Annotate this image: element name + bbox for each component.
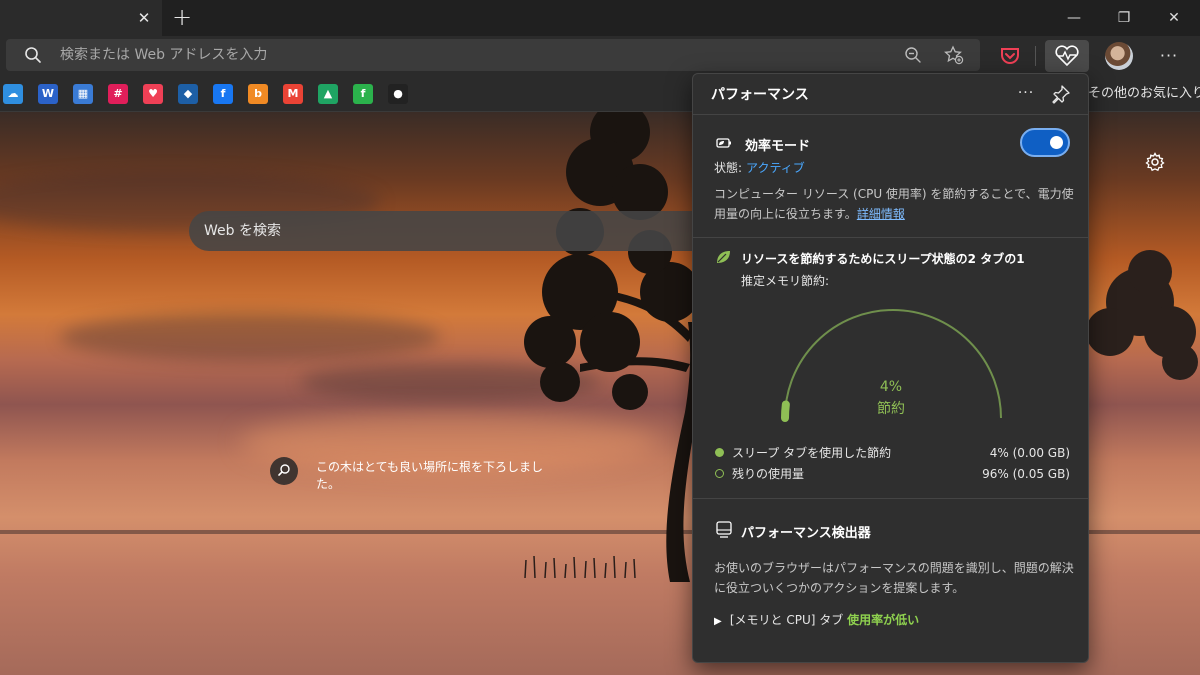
gauge-percent: 4%	[879, 379, 903, 395]
add-favorite-icon[interactable]	[944, 45, 964, 65]
status-label: 状態:	[714, 161, 743, 175]
legend-label: スリープ タブを使用した節約	[732, 446, 892, 460]
minimize-button[interactable]: —	[1059, 4, 1089, 32]
issue-prefix: [メモリと CPU] タブ	[729, 613, 844, 627]
divider	[693, 114, 1088, 115]
gear-icon[interactable]	[1145, 152, 1165, 172]
browser-tab[interactable]: ✕	[0, 0, 162, 36]
address-placeholder: 検索または Web アドレスを入力	[60, 47, 268, 63]
leaf-icon	[717, 251, 730, 263]
zoom-out-icon[interactable]	[903, 45, 923, 65]
toolbar-separator	[1035, 46, 1036, 66]
image-caption[interactable]: この木はとても良い場所に根を下ろしました。	[316, 459, 556, 493]
close-tab-icon[interactable]: ✕	[134, 8, 154, 28]
reeds	[524, 555, 636, 578]
tree-silhouette	[524, 112, 700, 582]
efficiency-description: コンピューター リソース (CPU 使用率) を節約することで、電力使用量の向上…	[714, 184, 1074, 224]
legend-value: 4% (0.00 GB)	[989, 446, 1070, 460]
favorite-feedly[interactable]: f	[353, 84, 373, 104]
learn-more-link[interactable]: 詳細情報	[857, 207, 905, 221]
new-tab-button[interactable]: +	[170, 5, 194, 29]
magnifier-icon	[278, 464, 290, 476]
gauge-label: 節約	[877, 401, 905, 417]
performance-detector-title: パフォーマンス検出器	[741, 526, 871, 541]
battery-leaf-icon	[716, 138, 731, 148]
favorite-drive[interactable]: ▲	[318, 84, 338, 104]
detected-issue-row[interactable]: ▶ [メモリと CPU] タブ 使用率が低い	[714, 610, 919, 630]
favorite-facebook[interactable]: f	[213, 84, 233, 104]
divider	[693, 237, 1088, 238]
favorite-pocket[interactable]: ♥	[143, 84, 163, 104]
sleeping-tabs-title: リソースを節約するためにスリープ状態の2 タブの1	[741, 252, 1025, 266]
issue-highlight: 使用率が低い	[847, 613, 920, 627]
pin-icon[interactable]	[1051, 84, 1071, 104]
legend-dot-hollow	[715, 469, 724, 478]
toolbar: 検索または Web アドレスを入力 ···	[0, 36, 1200, 76]
legend-row-saved: スリープ タブを使用した節約 4% (0.00 GB)	[715, 444, 1070, 462]
memory-savings-label: 推定メモリ節約:	[741, 274, 830, 288]
more-options-icon[interactable]: ···	[1015, 83, 1037, 103]
favorite-slack[interactable]: #	[108, 84, 128, 104]
efficiency-mode-title: 効率モード	[745, 139, 811, 154]
profile-avatar[interactable]	[1105, 42, 1133, 70]
divider	[693, 498, 1088, 499]
close-window-button[interactable]: ✕	[1159, 4, 1189, 32]
favorite-bing[interactable]: b	[248, 84, 268, 104]
performance-heartbeat-icon[interactable]	[1045, 40, 1089, 72]
search-icon	[25, 47, 41, 63]
legend-value: 96% (0.05 GB)	[982, 467, 1070, 481]
other-favorites-link[interactable]: その他のお気に入り	[1088, 76, 1200, 112]
performance-detector-icon	[716, 521, 732, 538]
web-search-placeholder: Web を検索	[204, 223, 281, 239]
image-info-button[interactable]	[270, 457, 298, 485]
legend-dot-filled	[715, 448, 724, 457]
gauge-fill	[780, 400, 790, 422]
favorite-calendar[interactable]: ▦	[73, 84, 93, 104]
address-bar[interactable]: 検索または Web アドレスを入力	[6, 39, 980, 71]
panel-title: パフォーマンス	[711, 87, 809, 103]
favorite-mic[interactable]: ●	[388, 84, 408, 104]
tab-strip: ✕ + — ❐ ✕	[0, 0, 1200, 36]
legend-row-remaining: 残りの使用量 96% (0.05 GB)	[715, 465, 1070, 483]
status-value: アクティブ	[746, 161, 805, 175]
pocket-icon[interactable]	[994, 40, 1026, 72]
maximize-button[interactable]: ❐	[1109, 4, 1139, 32]
favorite-shield[interactable]: ◆	[178, 84, 198, 104]
web-search-box[interactable]: Web を検索	[189, 211, 709, 251]
legend-label: 残りの使用量	[732, 467, 805, 481]
expand-arrow-icon: ▶	[714, 616, 722, 627]
favorite-word[interactable]: W	[38, 84, 58, 104]
cloud	[60, 312, 440, 362]
efficiency-status: 状態: アクティブ	[714, 159, 805, 176]
distant-tree	[1086, 250, 1198, 380]
favorite-onedrive[interactable]: ☁	[3, 84, 23, 104]
performance-panel: パフォーマンス ··· 効率モード 状態: アクティブ コンピューター リソース …	[692, 73, 1089, 663]
favorite-gmail[interactable]: M	[283, 84, 303, 104]
efficiency-mode-toggle[interactable]	[1020, 128, 1070, 157]
performance-detector-description: お使いのブラウザーはパフォーマンスの問題を識別し、問題の解決に役立ついくつかのア…	[714, 561, 1074, 595]
toggle-knob	[1050, 136, 1063, 149]
more-icon[interactable]: ···	[1156, 44, 1182, 68]
